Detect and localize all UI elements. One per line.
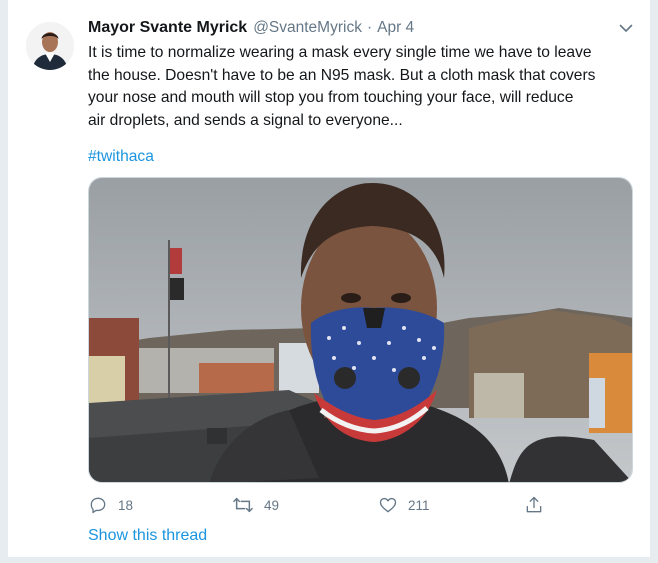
like-icon [379,497,397,513]
media-photo [89,178,632,482]
tweet-actions: 18 49 211 [88,493,558,517]
more-options-button[interactable] [616,18,636,38]
share-button[interactable] [524,493,544,517]
reply-count: 18 [118,497,134,513]
like-button[interactable]: 211 [378,493,430,517]
reply-button[interactable]: 18 [88,493,133,517]
like-count: 211 [408,497,430,513]
share-icon [526,496,542,513]
hashtag-link[interactable]: #twithaca [88,146,154,168]
avatar-photo [26,22,74,70]
tweet-date[interactable]: Apr 4 [377,19,414,37]
author-handle[interactable]: @SvanteMyrick [253,19,362,37]
retweet-count: 49 [264,497,280,513]
reply-icon [90,497,106,514]
author-name[interactable]: Mayor Svante Myrick [88,19,247,37]
show-thread-link[interactable]: Show this thread [88,527,207,545]
author-avatar[interactable] [26,22,74,70]
tweet-text: It is time to normalize wearing a mask e… [88,44,596,129]
chevron-down-icon [619,24,633,32]
separator-dot: · [366,19,373,36]
tweet-media[interactable] [88,177,633,483]
retweet-icon [233,497,253,513]
retweet-button[interactable]: 49 [232,493,279,517]
tweet-header: Mayor Svante Myrick @SvanteMyrick · Apr … [88,19,414,41]
timeline-gap [0,557,658,563]
